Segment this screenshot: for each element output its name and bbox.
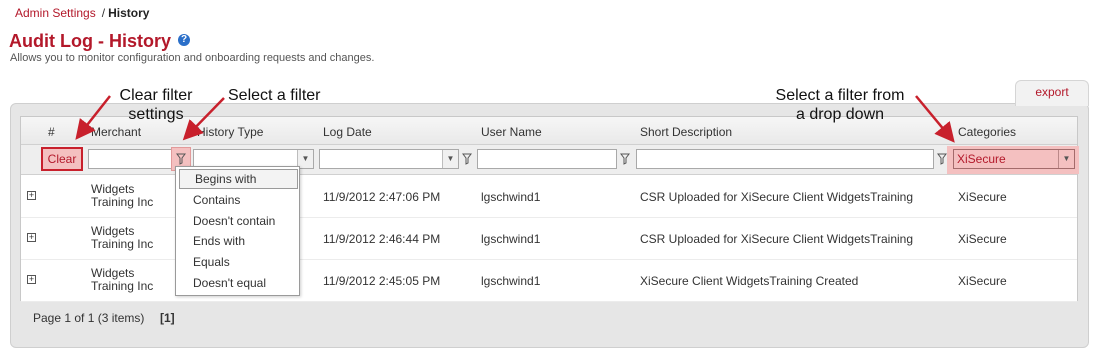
arrow-to-filter-icon	[182, 97, 225, 141]
annotation-arrows	[75, 95, 955, 143]
arrow-to-clear	[75, 95, 111, 140]
arrow-to-categories	[915, 95, 955, 143]
